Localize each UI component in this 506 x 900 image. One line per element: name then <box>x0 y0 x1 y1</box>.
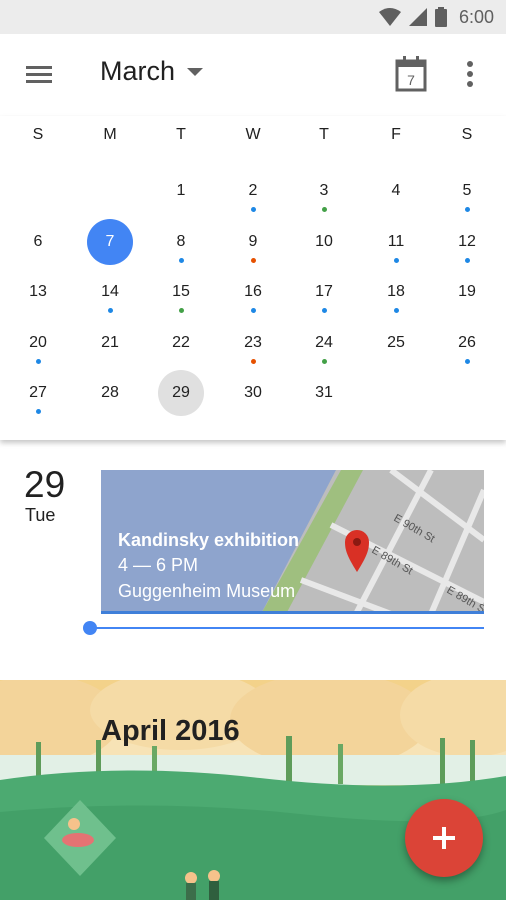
weekday-label: W <box>245 126 261 143</box>
event-dot <box>35 359 41 364</box>
event-dot <box>321 308 327 313</box>
event-dot <box>178 308 184 313</box>
month-calendar: SMTWTFS 1 2 3 4 5 6 7 8 9 10 11 12 13 14 15 16 17 18 19 20 2… <box>0 116 506 440</box>
more-vert-icon[interactable] <box>460 58 480 90</box>
day-cell[interactable]: 19 <box>444 269 490 315</box>
day-cell[interactable]: 28 <box>87 370 133 416</box>
event-location: Guggenheim Museum <box>118 581 296 601</box>
menu-icon[interactable] <box>22 60 56 90</box>
calendar-today-icon[interactable]: 7 <box>394 56 428 92</box>
event-details: Kandinsky exhibition 4 — 6 PM Guggenheim… <box>118 530 299 602</box>
day-cell[interactable]: 10 <box>301 219 347 265</box>
event-card[interactable]: E 90th St E 89th St E 89th St Kandinsky … <box>101 470 484 614</box>
event-title: Kandinsky exhibition <box>118 530 300 550</box>
chevron-down-icon <box>187 67 204 76</box>
event-time: 4 — 6 PM <box>118 555 199 575</box>
day-cell[interactable]: 13 <box>15 269 61 315</box>
day-cell[interactable]: 1 <box>158 168 204 214</box>
event-dot <box>250 258 256 263</box>
day-cell-today[interactable]: 29 <box>158 370 204 416</box>
agenda-day-number: 29 <box>24 464 66 505</box>
event-dot <box>464 207 470 212</box>
add-event-button[interactable] <box>405 799 483 877</box>
status-bar: 6:00 <box>0 0 506 34</box>
plus-icon <box>433 827 455 849</box>
event-dot <box>393 258 399 263</box>
calendar-today-icon-graphic: 7 <box>395 56 427 92</box>
weekday-label: F <box>391 126 401 143</box>
battery-icon <box>434 7 447 27</box>
app-bar: March 7 <box>0 34 506 116</box>
weekday-header: SMTWTFS <box>0 126 506 156</box>
weekday-label: M <box>103 126 117 143</box>
cell-signal-icon <box>408 8 427 26</box>
event-dot <box>250 359 256 364</box>
weekday-label: T <box>176 126 186 143</box>
event-dot <box>464 359 470 364</box>
event-dot <box>321 207 327 212</box>
event-dot <box>321 359 327 364</box>
current-time-line <box>90 627 484 629</box>
day-cell[interactable]: 31 <box>301 370 347 416</box>
event-dot <box>393 308 399 313</box>
event-dot <box>107 308 113 313</box>
event-dot <box>464 258 470 263</box>
status-time: 6:00 <box>458 6 494 27</box>
agenda-day-of-week: Tue <box>25 505 56 525</box>
event-dot <box>250 308 256 313</box>
day-cell[interactable]: 22 <box>158 320 204 366</box>
event-dot <box>250 207 256 212</box>
weekday-label: S <box>32 126 44 143</box>
day-cell[interactable]: 25 <box>373 320 419 366</box>
current-time-dot <box>83 621 97 635</box>
day-cell[interactable]: 6 <box>15 219 61 265</box>
weekday-label: S <box>461 126 473 143</box>
status-icons: 6:00 <box>378 6 494 28</box>
banner-month-title: April 2016 <box>101 715 240 747</box>
weekday-label: T <box>319 126 329 143</box>
day-cell[interactable]: 30 <box>230 370 276 416</box>
month-selector[interactable]: March <box>100 56 204 87</box>
day-cell[interactable]: 4 <box>373 168 419 214</box>
event-dot <box>35 409 41 414</box>
day-cell-selected[interactable]: 7 <box>87 219 133 265</box>
month-title: March <box>100 56 176 86</box>
today-icon-day: 7 <box>407 72 415 88</box>
day-cell[interactable]: 21 <box>87 320 133 366</box>
event-dot <box>178 258 184 263</box>
wifi-icon <box>378 8 401 26</box>
